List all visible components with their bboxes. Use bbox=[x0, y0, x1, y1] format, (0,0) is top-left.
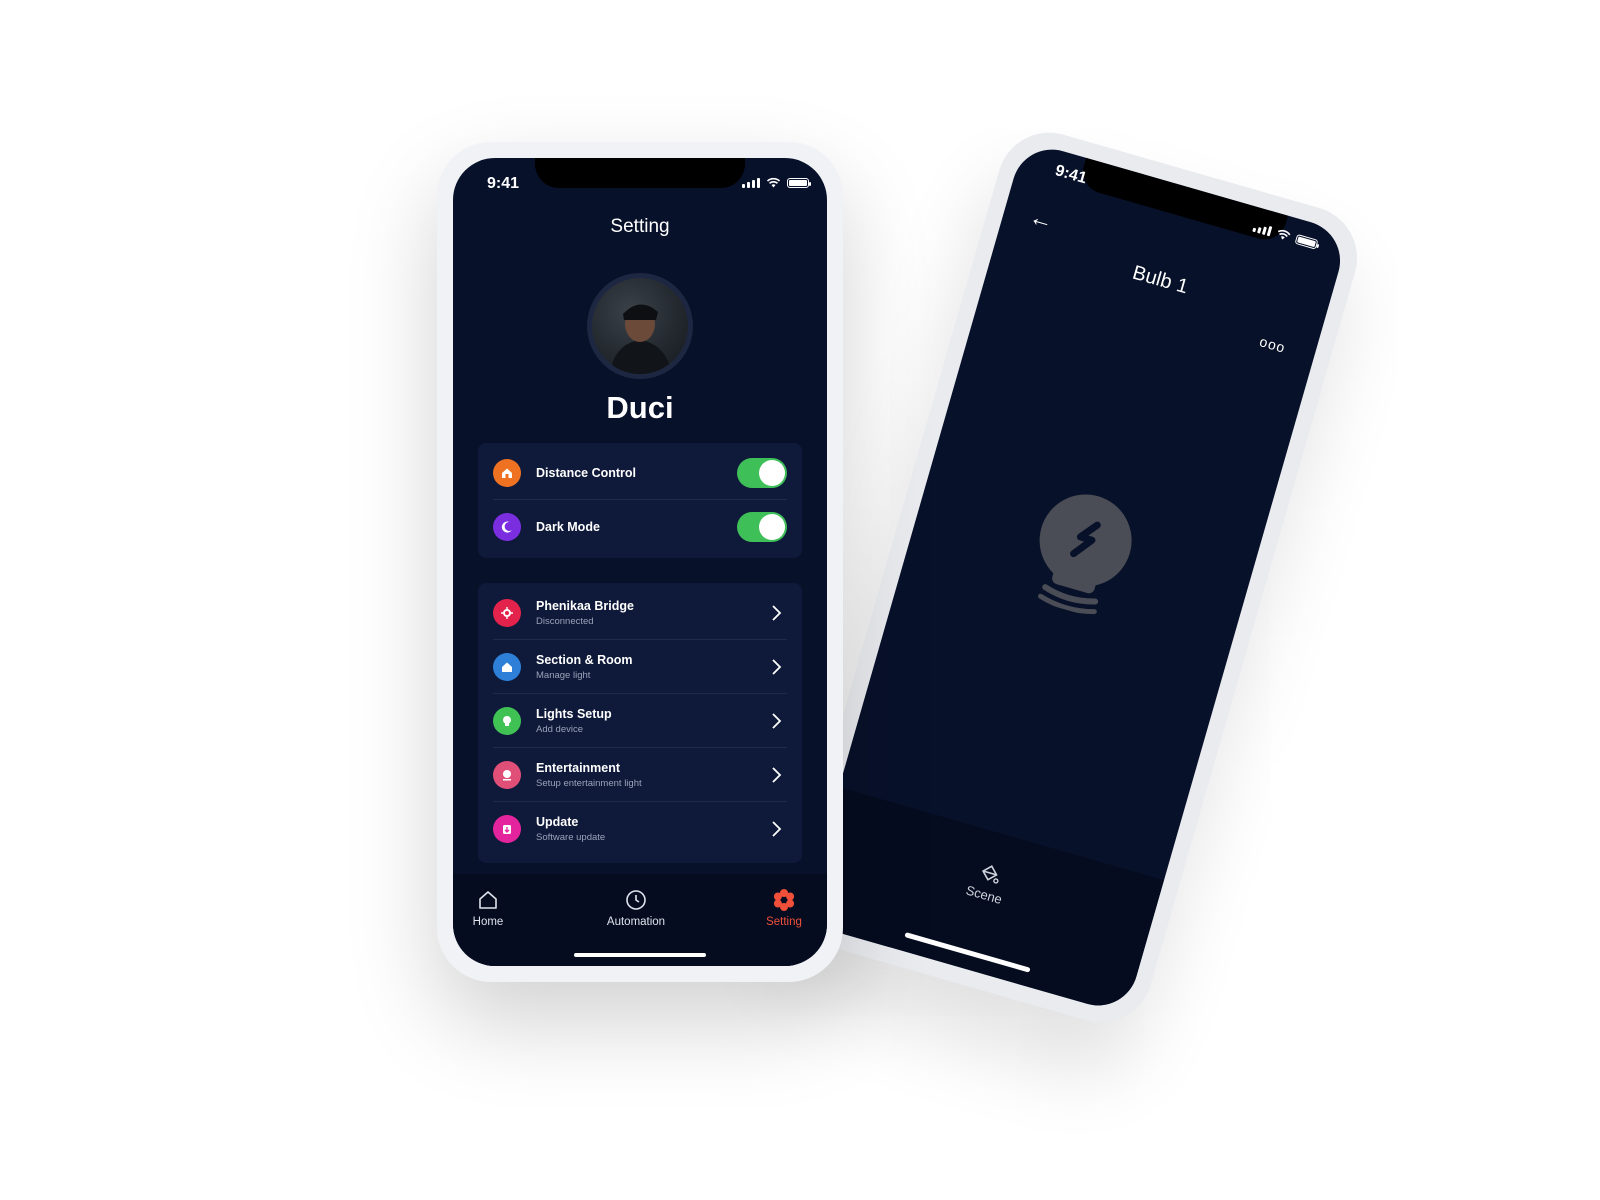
tab-label: Home bbox=[472, 916, 504, 928]
chevron-right-icon bbox=[772, 821, 782, 837]
settings-phone: 9:41 Setting Duci Distance Control Dark … bbox=[437, 142, 843, 982]
paint-bucket-icon bbox=[982, 865, 999, 884]
status-icons bbox=[742, 177, 811, 188]
row-label: Dark Mode bbox=[536, 520, 600, 534]
toggle-row-dark-mode: Dark Mode bbox=[493, 500, 787, 554]
status-time: 9:41 bbox=[487, 175, 520, 192]
row-subtitle: Software update bbox=[536, 832, 606, 843]
chevron-right-icon bbox=[772, 605, 782, 621]
settings-screen: 9:41 Setting Duci Distance Control Dark … bbox=[453, 158, 827, 966]
home-indicator bbox=[574, 953, 706, 957]
distance-control-toggle[interactable] bbox=[737, 458, 787, 488]
home-icon bbox=[493, 459, 521, 487]
person-icon bbox=[493, 761, 521, 789]
notch bbox=[535, 158, 745, 188]
tab-label: Setting bbox=[766, 916, 802, 928]
menu-item-lights-setup[interactable]: Lights Setup Add device bbox=[493, 694, 787, 748]
battery-icon bbox=[1294, 233, 1319, 250]
home-indicator bbox=[904, 932, 1031, 973]
row-subtitle: Disconnected bbox=[536, 616, 594, 627]
dark-mode-toggle[interactable] bbox=[737, 512, 787, 542]
menu-item-phenikaa-bridge[interactable]: Phenikaa Bridge Disconnected bbox=[493, 586, 787, 640]
menu-item-update[interactable]: Update Software update bbox=[493, 802, 787, 856]
row-subtitle: Manage light bbox=[536, 670, 591, 681]
toggle-row-distance-control: Distance Control bbox=[493, 446, 787, 500]
row-label: Update bbox=[536, 815, 579, 829]
tab-bar: Scene bbox=[800, 787, 1164, 1015]
clock-icon bbox=[626, 890, 646, 910]
bulb-detail-screen: 9:41 ← Bulb 1 ooo Scene bbox=[800, 140, 1350, 1015]
page-title: Bulb 1 bbox=[1130, 261, 1191, 299]
tab-setting[interactable]: Setting bbox=[744, 888, 824, 928]
gear-icon bbox=[773, 889, 795, 911]
tab-bar: Home Automation Setting bbox=[453, 874, 827, 966]
profile-name: Duci bbox=[606, 390, 674, 425]
moon-icon bbox=[493, 513, 521, 541]
menu-item-section-room[interactable]: Section & Room Manage light bbox=[493, 640, 787, 694]
tab-scene[interactable]: Scene bbox=[964, 857, 1011, 907]
settings-menu-card: Phenikaa Bridge Disconnected Section & R… bbox=[478, 583, 802, 863]
page-title: Setting bbox=[610, 216, 670, 237]
row-label: Lights Setup bbox=[536, 707, 612, 721]
home-icon bbox=[479, 891, 497, 909]
house-icon bbox=[493, 653, 521, 681]
bulb-detail-phone: 9:41 ← Bulb 1 ooo Scene bbox=[780, 120, 1370, 1035]
update-icon bbox=[493, 815, 521, 843]
bulb-icon[interactable] bbox=[1016, 481, 1147, 629]
row-label: Entertainment bbox=[536, 761, 621, 775]
avatar-photo bbox=[592, 278, 688, 374]
tab-label: Automation bbox=[606, 916, 666, 928]
row-subtitle: Setup entertainment light bbox=[536, 778, 642, 789]
bulb-icon bbox=[493, 707, 521, 735]
tab-home[interactable]: Home bbox=[453, 888, 528, 928]
chevron-right-icon bbox=[772, 713, 782, 729]
more-dots-icon[interactable]: ooo bbox=[1258, 333, 1288, 356]
avatar[interactable] bbox=[587, 273, 693, 379]
menu-item-entertainment[interactable]: Entertainment Setup entertainment light bbox=[493, 748, 787, 802]
chevron-right-icon bbox=[772, 767, 782, 783]
signal-icon bbox=[742, 178, 760, 188]
row-label: Phenikaa Bridge bbox=[536, 599, 634, 613]
tab-automation[interactable]: Automation bbox=[596, 888, 676, 928]
toggles-card: Distance Control Dark Mode bbox=[478, 443, 802, 558]
bridge-icon bbox=[493, 599, 521, 627]
row-subtitle: Add device bbox=[536, 724, 584, 735]
chevron-right-icon bbox=[772, 659, 782, 675]
battery-icon bbox=[787, 178, 811, 188]
row-label: Section & Room bbox=[536, 653, 633, 667]
wifi-icon bbox=[766, 177, 781, 188]
row-label: Distance Control bbox=[536, 466, 637, 480]
wifi-icon bbox=[1277, 229, 1291, 240]
